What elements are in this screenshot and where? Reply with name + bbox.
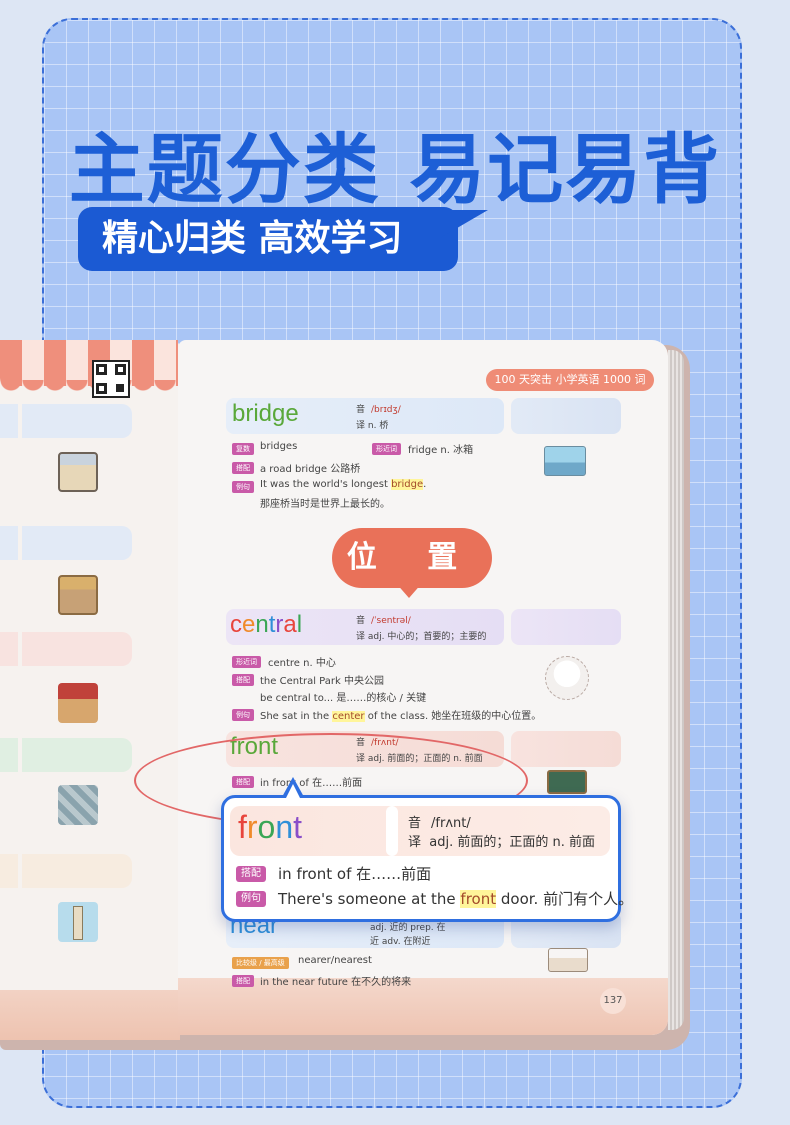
page-number: 137 xyxy=(600,988,626,1014)
tower-shape xyxy=(73,906,83,940)
subtag-banner: 精心归类 高效学习 xyxy=(78,207,458,271)
zoom-collocation: in front of 在……前面 xyxy=(278,865,432,883)
left-page-footer-band xyxy=(0,990,180,1040)
note-box xyxy=(511,398,621,434)
bridge-similar: fridge n. 冰箱 xyxy=(408,445,474,456)
bridge-plural: bridges xyxy=(260,441,298,452)
section-title-bubble: 位 置 xyxy=(332,528,492,588)
zoom-letter: f xyxy=(238,809,247,845)
badge-collocation: 搭配 xyxy=(232,674,254,686)
left-row-box xyxy=(22,632,132,666)
zoom-letter: o xyxy=(257,809,276,845)
awning-scallop xyxy=(0,380,178,396)
bridge-illustration-icon xyxy=(544,446,586,476)
bridge-example: It was the world's longest bridge. xyxy=(260,479,427,490)
zoom-badge-example: 例句 xyxy=(236,891,266,907)
badge-example: 例句 xyxy=(232,709,254,721)
left-row-box xyxy=(0,526,18,560)
bridge-example-cn: 那座桥当时是世界上最长的。 xyxy=(260,499,390,510)
theater-icon xyxy=(58,683,98,723)
house-illustration-icon xyxy=(548,948,588,972)
book-header-tag: 100 天突击 小学英语 1000 词 xyxy=(486,369,654,391)
badge-compare: 比较级 / 最高级 xyxy=(232,957,289,969)
section-bubble-tail xyxy=(395,582,423,598)
badge-similar: 形近词 xyxy=(232,656,261,668)
zoom-letter: r xyxy=(246,809,258,845)
zoom-phonetic: 音/frʌnt/ xyxy=(408,816,471,831)
badge-collocation: 搭配 xyxy=(232,462,254,474)
left-row-box xyxy=(0,738,18,772)
left-row-box xyxy=(22,738,132,772)
crossroads-icon xyxy=(58,785,98,825)
zoom-badge-collocation: 搭配 xyxy=(236,866,266,882)
blackboard-illustration-icon xyxy=(547,770,587,794)
left-row-box xyxy=(0,404,18,438)
bridge-collocation: a road bridge 公路桥 xyxy=(260,464,361,475)
left-row-box xyxy=(22,526,132,560)
headline: 主题分类 易记易背 xyxy=(68,125,722,214)
subtag-banner-tail xyxy=(440,210,488,238)
zoom-word-divider xyxy=(386,806,398,856)
phonetic-central: 音/ˈsentrəl/ xyxy=(356,616,411,626)
zoom-letter: t xyxy=(293,809,303,845)
note-box xyxy=(511,609,621,645)
zoo-gate-icon xyxy=(58,575,98,615)
zoom-word-front: front xyxy=(238,809,302,846)
meaning-central: 译 adj. 中心的；首要的；主要的 xyxy=(356,632,487,642)
badge-similar: 形近词 xyxy=(372,443,401,455)
near-collocation: in the near future 在不久的将来 xyxy=(260,977,412,988)
note-box xyxy=(511,731,621,767)
zoom-meaning: 译 adj. 前面的；正面的 n. 前面 xyxy=(408,835,596,850)
page-edges xyxy=(668,350,684,1030)
left-row-box xyxy=(0,854,18,888)
central-similar: centre n. 中心 xyxy=(268,658,336,669)
central-collocation-2: be central to... 是……的核心 / 关键 xyxy=(260,693,427,704)
meaning-bridge: 译 n. 桥 xyxy=(356,421,389,431)
zoom-example: There's someone at the front door. 前门有个人… xyxy=(278,890,634,908)
badge-plural: 复数 xyxy=(232,443,254,455)
qr-code-icon xyxy=(92,360,130,398)
shop-illustration-icon xyxy=(58,452,98,492)
tower-icon xyxy=(58,902,98,942)
zoom-letter: n xyxy=(275,809,294,845)
near-compare: nearer/nearest xyxy=(298,955,372,966)
meaning-near-b: 近 adv. 在附近 xyxy=(370,937,431,947)
word-central: central xyxy=(230,611,303,638)
zoom-callout-pointer-inner xyxy=(286,784,300,798)
central-collocation-1: the Central Park 中央公园 xyxy=(260,676,384,687)
left-row-box xyxy=(0,632,18,666)
children-circle-illustration-icon xyxy=(545,656,589,700)
left-row-box xyxy=(22,854,132,888)
badge-example: 例句 xyxy=(232,481,254,493)
central-example: She sat in the center of the class. 她坐在班… xyxy=(260,711,542,722)
phonetic-bridge: 音/brɪdʒ/ xyxy=(356,405,401,415)
badge-collocation: 搭配 xyxy=(232,975,254,987)
word-bridge: bridge xyxy=(232,400,299,427)
left-row-box xyxy=(22,404,132,438)
